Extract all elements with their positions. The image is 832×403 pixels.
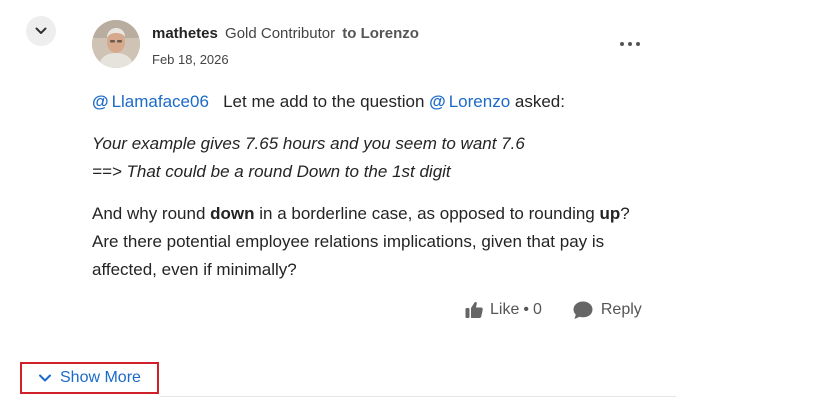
intro-text: Let me add to the question — [223, 92, 425, 111]
author-rank: Gold Contributor — [225, 25, 336, 42]
post-body: @ Llamaface06 Let me add to the question … — [92, 88, 652, 284]
reply-button[interactable]: Reply — [572, 300, 642, 320]
divider — [160, 396, 676, 397]
post-header: mathetes Gold Contributor to Lorenzo — [152, 24, 419, 44]
more-dot-icon — [636, 42, 640, 46]
chevron-down-icon — [35, 27, 47, 34]
intro-suffix: asked: — [514, 92, 565, 111]
post-actions: Like • 0 Reply — [464, 300, 642, 320]
thumbs-up-icon — [465, 302, 483, 318]
post-date: Feb 18, 2026 — [152, 52, 229, 67]
more-dot-icon — [620, 42, 624, 46]
reply-label: Reply — [600, 301, 642, 318]
like-count: 0 — [532, 301, 542, 318]
at-icon: @ — [429, 92, 446, 111]
quote-line-2: ==> That could be a round Down to the 1s… — [92, 162, 451, 181]
collapse-button[interactable] — [26, 16, 56, 46]
mention-link[interactable]: @ Llamaface06 — [92, 92, 209, 111]
like-button[interactable]: Like • 0 — [464, 300, 542, 320]
like-label: Like — [490, 301, 520, 318]
quoted-text: Your example gives 7.65 hours and you se… — [92, 130, 652, 186]
comment-icon — [573, 301, 593, 319]
like-separator: • — [523, 301, 529, 318]
quote-line-1: Your example gives 7.65 hours and you se… — [92, 134, 525, 153]
more-dot-icon — [628, 42, 632, 46]
post-container: mathetes Gold Contributor to Lorenzo Feb… — [0, 0, 832, 403]
show-more-label: Show More — [60, 369, 141, 386]
avatar-image — [92, 20, 140, 68]
intro-paragraph: @ Llamaface06 Let me add to the question … — [92, 88, 652, 116]
author-name[interactable]: mathetes — [152, 25, 218, 42]
chevron-down-icon — [39, 374, 51, 382]
question-paragraph: And why round down in a borderline case,… — [92, 204, 630, 279]
at-icon: @ — [92, 92, 109, 111]
reply-to-label[interactable]: to Lorenzo — [342, 25, 419, 42]
mention-link[interactable]: @ Lorenzo — [429, 92, 510, 111]
show-more-button[interactable]: Show More — [20, 362, 159, 394]
more-options-button[interactable] — [614, 34, 646, 54]
avatar[interactable] — [92, 20, 140, 68]
